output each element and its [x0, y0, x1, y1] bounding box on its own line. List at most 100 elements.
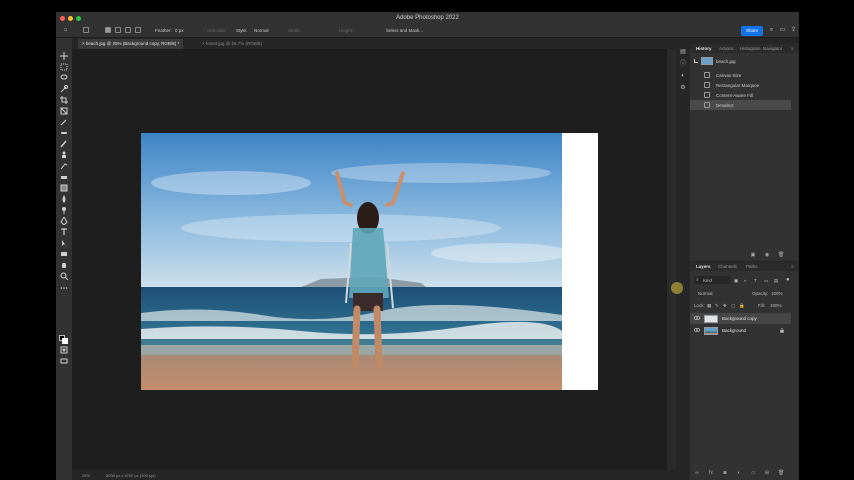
properties-icon[interactable]: ⚙: [679, 84, 687, 92]
blend-mode-select[interactable]: Normal: [698, 291, 713, 296]
dodge-tool-icon[interactable]: [60, 206, 68, 214]
layer-name[interactable]: Background copy: [722, 316, 757, 321]
path-selection-tool-icon[interactable]: [60, 239, 68, 247]
more-tools-icon[interactable]: [60, 284, 68, 292]
pen-tool-icon[interactable]: [60, 216, 68, 226]
add-selection-icon[interactable]: [115, 27, 121, 33]
new-layer-icon[interactable]: ⊞: [764, 470, 770, 476]
layer-row[interactable]: Background: [690, 325, 791, 336]
type-tool-icon[interactable]: [60, 228, 68, 236]
link-layers-icon[interactable]: ∞: [694, 470, 700, 476]
opacity-input[interactable]: 100%: [771, 291, 783, 296]
rectangle-tool-icon[interactable]: [60, 250, 68, 258]
new-group-icon[interactable]: ▱: [750, 470, 756, 476]
filter-smart-object-icon[interactable]: ▤: [774, 278, 778, 284]
zoom-tool-icon[interactable]: [60, 272, 69, 281]
workspace-icon[interactable]: ▭: [779, 27, 786, 34]
filter-shape-icon[interactable]: ▭: [764, 278, 768, 284]
eraser-tool-icon[interactable]: [60, 173, 68, 181]
document-canvas-area[interactable]: [72, 49, 667, 470]
share-button[interactable]: Share: [741, 26, 763, 36]
new-document-from-state-icon[interactable]: ▣: [750, 252, 756, 258]
libraries-icon[interactable]: ▤: [679, 48, 687, 56]
lock-artboard-icon[interactable]: ▢: [731, 303, 735, 309]
filter-type-icon[interactable]: T: [754, 278, 757, 283]
document-info[interactable]: 8000 px x 4760 px (300 ppi): [106, 473, 156, 478]
height-field[interactable]: Height:: [339, 28, 353, 33]
move-tool-icon[interactable]: [60, 52, 68, 60]
history-snapshot[interactable]: beach.jpg: [690, 56, 791, 66]
visibility-eye-icon[interactable]: [694, 328, 700, 332]
intersect-selection-icon[interactable]: [135, 27, 141, 33]
marquee-tool-icon[interactable]: [60, 63, 68, 71]
panel-menu-icon[interactable]: ≡: [791, 264, 794, 269]
lock-image-icon[interactable]: ✎: [715, 303, 719, 309]
screen-mode-icon[interactable]: [60, 357, 68, 365]
healing-brush-tool-icon[interactable]: [60, 129, 68, 137]
blur-tool-icon[interactable]: [60, 195, 68, 203]
filter-toggle-icon[interactable]: ●: [786, 277, 790, 283]
antialias-checkbox[interactable]: Anti-alias: [207, 28, 226, 33]
lock-all-icon[interactable]: 🔒: [739, 303, 745, 309]
tab-actions[interactable]: Actions: [719, 46, 734, 51]
home-icon[interactable]: ⌂: [62, 27, 69, 34]
delete-layer-icon[interactable]: 🗑: [778, 470, 784, 476]
tab-paths[interactable]: Paths: [746, 264, 758, 269]
filter-pixel-icon[interactable]: ▣: [734, 278, 738, 284]
tab-forest-jpg[interactable]: × forest.jpg @ 66.7% (RGB/8): [198, 39, 266, 49]
tab-close-icon[interactable]: ×: [82, 41, 85, 46]
history-step[interactable]: Canvas Size: [690, 70, 791, 80]
adjustments-icon[interactable]: ◐: [679, 72, 687, 80]
layer-style-icon[interactable]: fx: [708, 470, 714, 476]
tab-histogram[interactable]: Histogram: [740, 46, 761, 51]
tab-navigator[interactable]: Navigator: [763, 46, 782, 51]
history-brush-tool-icon[interactable]: [60, 162, 68, 170]
quick-mask-icon[interactable]: [60, 346, 68, 354]
clone-stamp-tool-icon[interactable]: [60, 151, 68, 159]
feather-input[interactable]: 0 px: [175, 28, 184, 33]
info-icon[interactable]: ⓘ: [679, 60, 687, 68]
style-select[interactable]: Normal: [254, 28, 269, 33]
quick-selection-tool-icon[interactable]: [60, 85, 68, 93]
history-step[interactable]: Deselect: [690, 100, 791, 110]
eyedropper-tool-icon[interactable]: [60, 118, 68, 126]
lock-transparent-icon[interactable]: ▦: [707, 303, 711, 309]
filter-adjustment-icon[interactable]: ◐: [744, 278, 747, 283]
zoom-level[interactable]: 25%: [82, 473, 90, 478]
delete-state-icon[interactable]: 🗑: [778, 252, 784, 258]
marquee-tool-preset-icon[interactable]: [83, 27, 89, 33]
adjustment-layer-icon[interactable]: ◐: [736, 470, 742, 476]
frame-tool-icon[interactable]: [60, 107, 68, 115]
tab-layers[interactable]: Layers: [696, 264, 711, 269]
new-snapshot-icon[interactable]: ◉: [764, 252, 770, 258]
fill-input[interactable]: 100%: [770, 303, 782, 308]
history-step[interactable]: Content-Aware Fill: [690, 90, 791, 100]
layer-filter-select[interactable]: ⌕ Kind: [694, 276, 730, 284]
layer-lock-icon[interactable]: [780, 328, 784, 333]
brush-tool-icon[interactable]: [60, 140, 68, 148]
layer-row[interactable]: Background copy: [690, 313, 791, 324]
layer-name[interactable]: Background: [722, 328, 746, 333]
panel-menu-icon[interactable]: ≡: [791, 46, 794, 51]
crop-tool-icon[interactable]: [60, 96, 68, 104]
document-canvas[interactable]: [141, 133, 598, 390]
tab-beach-jpg[interactable]: × beach.jpg @ 25% (Background copy, RGB/…: [78, 39, 184, 49]
new-selection-icon[interactable]: [105, 27, 111, 33]
lasso-tool-icon[interactable]: [60, 74, 68, 82]
gradient-tool-icon[interactable]: [60, 184, 68, 192]
share-doc-icon[interactable]: ⇪: [790, 27, 797, 34]
add-mask-icon[interactable]: ◙: [722, 470, 728, 476]
select-and-mask-button[interactable]: Select and Mask...: [386, 28, 423, 33]
width-field[interactable]: Width:: [288, 28, 301, 33]
canvas-vertical-scrollbar[interactable]: [667, 49, 676, 470]
visibility-eye-icon[interactable]: [694, 316, 700, 320]
search-icon[interactable]: ⌕: [768, 27, 775, 34]
background-color-swatch[interactable]: [62, 338, 68, 344]
lock-position-icon[interactable]: ✥: [723, 303, 727, 309]
tab-close-icon[interactable]: ×: [202, 41, 205, 46]
tab-channels[interactable]: Channels: [718, 264, 737, 269]
hand-tool-icon[interactable]: [60, 261, 68, 269]
tab-history[interactable]: History: [696, 46, 712, 51]
subtract-selection-icon[interactable]: [125, 27, 131, 33]
history-step[interactable]: Rectangular Marquee: [690, 80, 791, 90]
